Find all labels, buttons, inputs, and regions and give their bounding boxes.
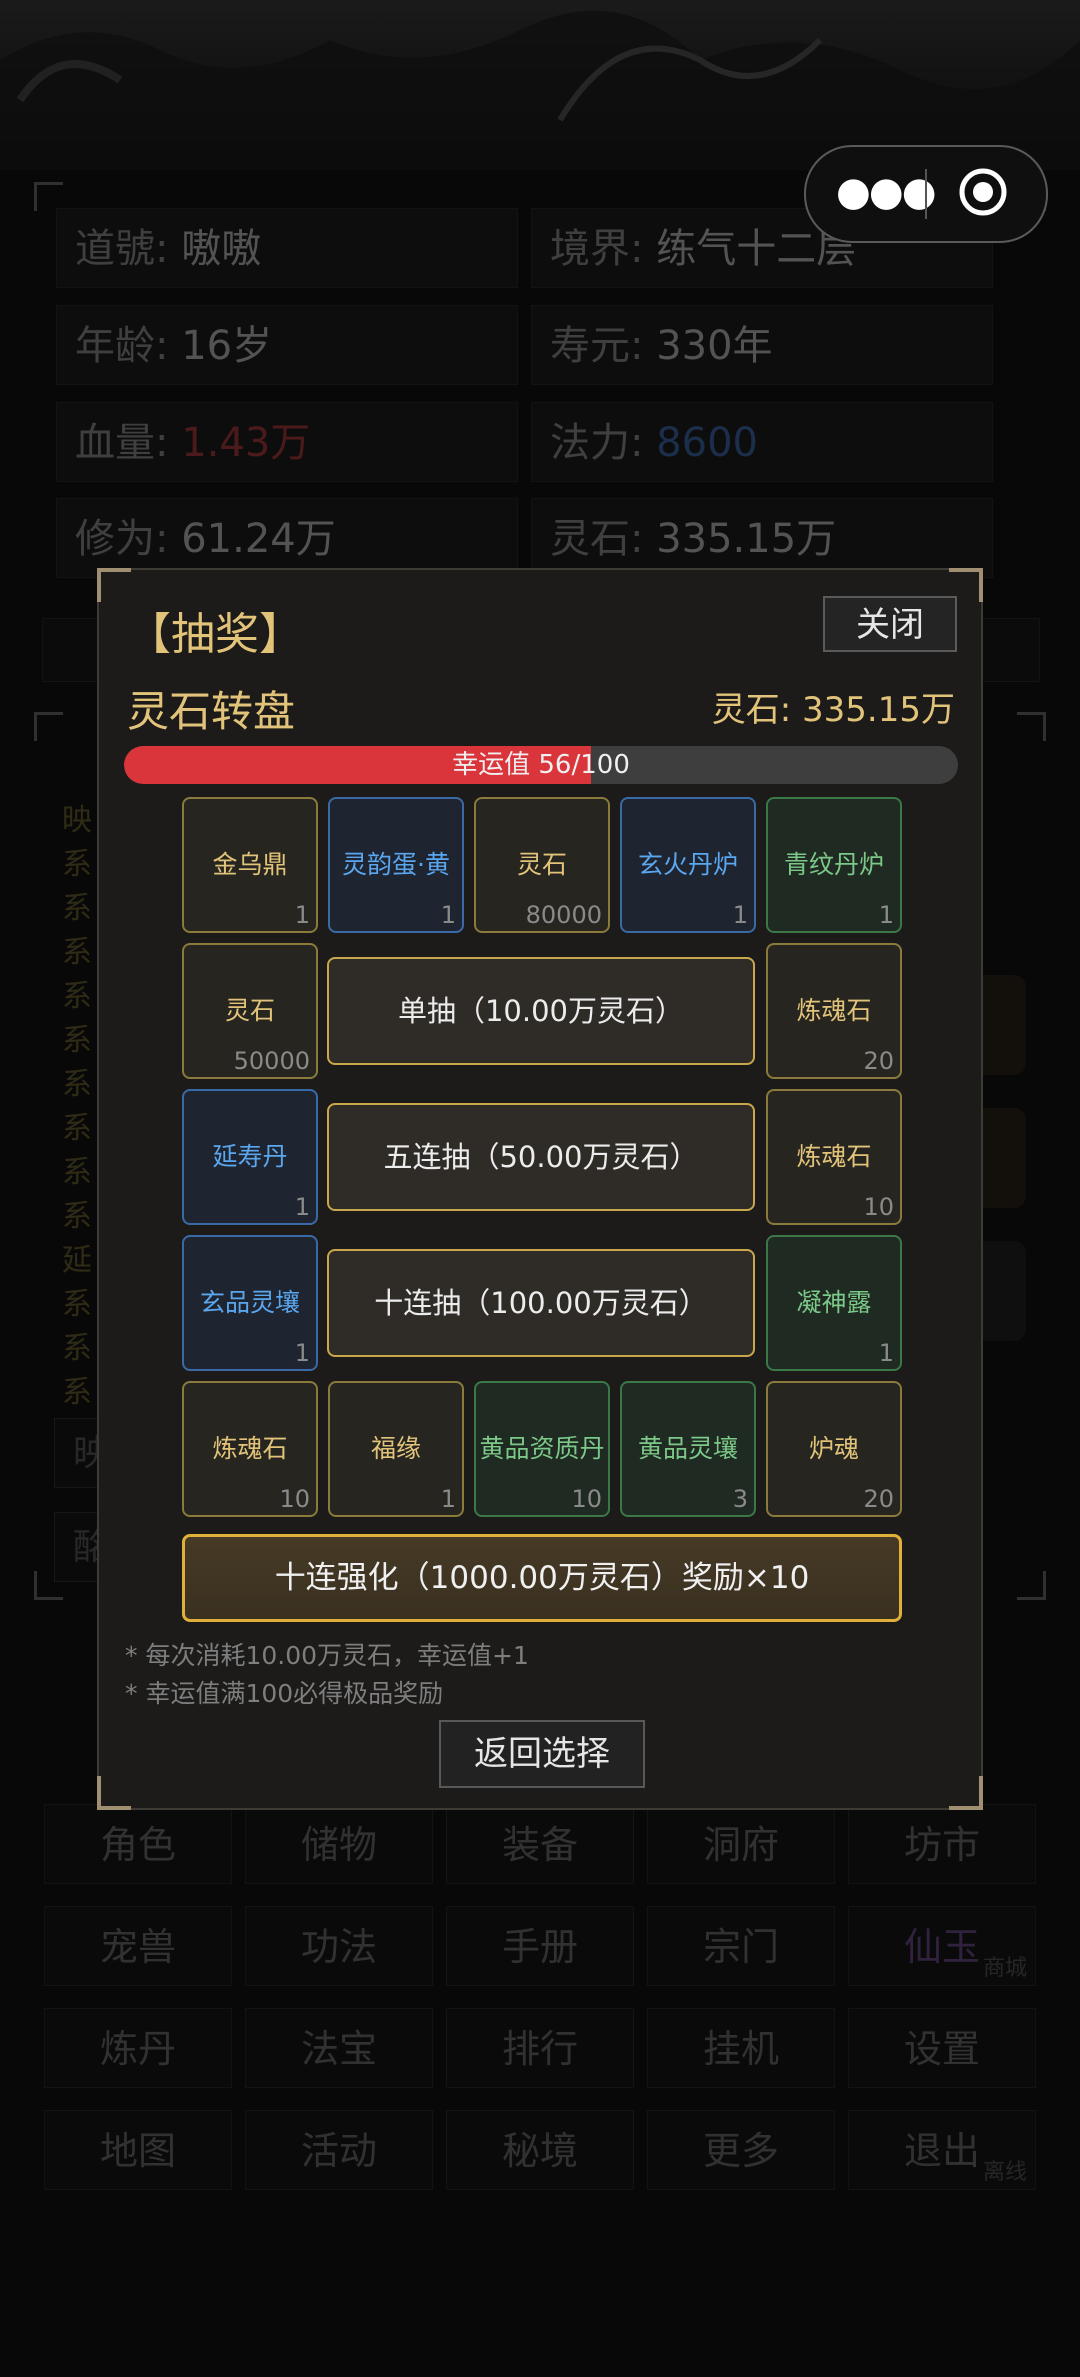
prize-name: 福缘 (370, 1434, 421, 1463)
back-button[interactable]: 返回选择 (439, 1720, 645, 1788)
modal-corner (97, 568, 131, 602)
prize-quantity: 1 (294, 1339, 310, 1367)
prize-quantity: 1 (732, 901, 748, 929)
modal-corner (97, 1776, 131, 1810)
prize-name: 灵石 (224, 996, 275, 1025)
prize-name: 黄品资质丹 (479, 1434, 605, 1463)
prize-cell: 青纹丹炉 1 (766, 797, 902, 933)
prize-name: 金乌鼎 (212, 850, 288, 879)
prize-quantity: 1 (440, 901, 456, 929)
prize-name: 炼魂石 (796, 996, 872, 1025)
lottery-modal: 【抽奖】 关闭 灵石转盘 灵石: 335.15万 幸运值 56/100 金乌鼎 1… (97, 568, 983, 1810)
prize-cell: 炼魂石 10 (766, 1089, 902, 1225)
prize-quantity: 1 (294, 1193, 310, 1221)
prize-cell: 灵石 80000 (474, 797, 610, 933)
close-button[interactable]: 关闭 (823, 596, 957, 652)
prize-quantity: 20 (863, 1485, 894, 1513)
prize-quantity: 1 (878, 1339, 894, 1367)
prize-name: 炼魂石 (212, 1434, 288, 1463)
rule-note: * 每次消耗10.00万灵石，幸运值+1 (125, 1641, 529, 1670)
rule-note: * 幸运值满100必得极品奖励 (125, 1679, 444, 1708)
prize-quantity: 1 (440, 1485, 456, 1513)
prize-cell: 黄品资质丹 10 (474, 1381, 610, 1517)
prize-name: 青纹丹炉 (783, 850, 884, 879)
prize-cell: 凝神露 1 (766, 1235, 902, 1371)
five-draw-button[interactable]: 五连抽（50.00万灵石） (327, 1103, 755, 1211)
prize-cell: 炼魂石 20 (766, 943, 902, 1079)
miniprogram-capsule: ●●● (804, 145, 1048, 243)
spirit-stone-balance: 灵石: 335.15万 (711, 690, 955, 730)
prize-cell: 灵石 50000 (182, 943, 318, 1079)
luck-progress-text: 幸运值 56/100 (452, 750, 630, 780)
more-dots-icon[interactable]: ●●● (836, 147, 937, 241)
prize-cell: 黄品灵壤 3 (620, 1381, 756, 1517)
prize-name: 玄品灵壤 (199, 1288, 300, 1317)
prize-quantity: 10 (571, 1485, 602, 1513)
modal-corner (949, 1776, 983, 1810)
prize-quantity: 80000 (525, 901, 602, 929)
prize-quantity: 10 (863, 1193, 894, 1221)
prize-quantity: 50000 (233, 1047, 310, 1075)
prize-name: 玄火丹炉 (637, 850, 738, 879)
prize-name: 炉魂 (808, 1434, 859, 1463)
ten-enhanced-draw-button[interactable]: 十连强化（1000.00万灵石）奖励×10 (182, 1534, 902, 1622)
prize-quantity: 1 (294, 901, 310, 929)
prize-name: 灵石 (516, 850, 567, 879)
capsule-divider (925, 169, 927, 219)
prize-quantity: 1 (878, 901, 894, 929)
prize-cell: 福缘 1 (328, 1381, 464, 1517)
prize-name: 灵韵蛋·黄 (342, 850, 450, 879)
prize-cell: 玄品灵壤 1 (182, 1235, 318, 1371)
prize-name: 炼魂石 (796, 1142, 872, 1171)
prize-cell: 金乌鼎 1 (182, 797, 318, 933)
wheel-title: 灵石转盘 (127, 687, 296, 736)
prize-cell: 玄火丹炉 1 (620, 797, 756, 933)
ten-draw-button[interactable]: 十连抽（100.00万灵石） (327, 1249, 755, 1357)
prize-quantity: 20 (863, 1047, 894, 1075)
prize-cell: 灵韵蛋·黄 1 (328, 797, 464, 933)
prize-quantity: 3 (732, 1485, 748, 1513)
prize-cell: 延寿丹 1 (182, 1089, 318, 1225)
luck-progress-bar: 幸运值 56/100 (124, 746, 958, 784)
prize-name: 黄品灵壤 (637, 1434, 738, 1463)
single-draw-button[interactable]: 单抽（10.00万灵石） (327, 957, 755, 1065)
prize-name: 延寿丹 (212, 1142, 288, 1171)
prize-name: 凝神露 (796, 1288, 872, 1317)
prize-cell: 炼魂石 10 (182, 1381, 318, 1517)
modal-title: 【抽奖】 (127, 609, 303, 660)
prize-cell: 炉魂 20 (766, 1381, 902, 1517)
target-icon[interactable] (958, 167, 1008, 217)
prize-quantity: 10 (279, 1485, 310, 1513)
